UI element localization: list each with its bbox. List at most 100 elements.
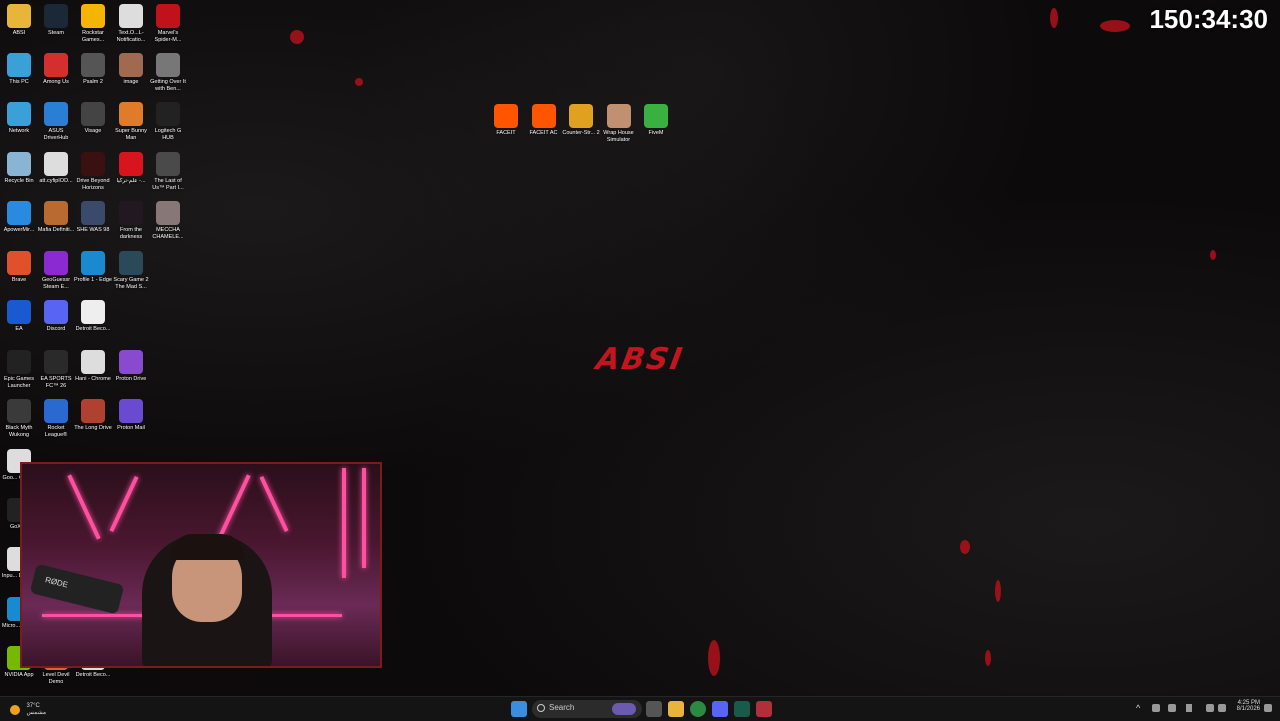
cs2-icon: [569, 104, 593, 128]
desktop-shortcut[interactable]: Proton Drive: [112, 350, 150, 383]
red-splatter: [708, 640, 720, 676]
desktop-shortcut[interactable]: Logitech G HUB: [149, 102, 187, 142]
weather-widget[interactable]: 37°C مشمس: [10, 701, 46, 719]
edge-icon: [81, 251, 105, 275]
desktop-shortcut[interactable]: Recycle Bin: [0, 152, 38, 185]
desktop-shortcut[interactable]: ApowerMir...: [0, 201, 38, 234]
desktop-shortcut[interactable]: att.cyfipIOD...: [37, 152, 75, 185]
desktop-shortcut[interactable]: image: [112, 53, 150, 86]
desktop-shortcut[interactable]: FiveM: [637, 104, 675, 137]
desktop-shortcut-label: SHE WAS 98: [76, 227, 110, 233]
desktop-shortcut-label: Getting Over It with Ben...: [150, 79, 186, 92]
desktop-shortcut[interactable]: Getting Over It with Ben...: [149, 53, 187, 93]
taskbar-search[interactable]: Search: [532, 700, 642, 718]
desktop-shortcut-label: Proton Mail: [117, 425, 145, 431]
neon-light: [109, 475, 139, 533]
desktop-shortcut-label: Rockstar Games...: [81, 30, 105, 43]
desktop-shortcut[interactable]: GeoGuessr Steam E...: [37, 251, 75, 291]
desktop-shortcut[interactable]: علم-تركيا -...: [112, 152, 150, 185]
desktop-shortcut[interactable]: Steam: [37, 4, 75, 37]
visage-icon: [81, 102, 105, 126]
image-icon: [119, 53, 143, 77]
desktop-shortcut[interactable]: MECCHA CHAMELE...: [149, 201, 187, 241]
tray-chevron-up-icon[interactable]: ^: [1136, 703, 1140, 713]
desktop-shortcut[interactable]: Detroit Beco...: [74, 300, 112, 333]
desktop-shortcut[interactable]: Text.O...L- Notificatio...: [112, 4, 150, 44]
desktop-shortcut[interactable]: Marvel's Spider-M...: [149, 4, 187, 44]
desktop-shortcut-label: Detroit Beco...: [75, 672, 111, 678]
discord-taskbar-icon[interactable]: [712, 701, 728, 717]
microphone-icon[interactable]: [1168, 704, 1176, 712]
desktop-shortcut[interactable]: Rocket League®: [37, 399, 75, 439]
desktop-shortcut[interactable]: Discord: [37, 300, 75, 333]
proton-drive-icon: [119, 350, 143, 374]
app-taskbar-icon[interactable]: [734, 701, 750, 717]
desktop-shortcut-label: This PC: [9, 79, 29, 85]
desktop-shortcut-label: Recycle Bin: [4, 178, 34, 184]
game-icon: [156, 201, 180, 225]
chrome-icon: [81, 350, 105, 374]
notification-icon[interactable]: [1264, 704, 1272, 712]
turkey-flag-icon: [119, 152, 143, 176]
desktop-shortcut-label: From the darkness: [119, 227, 143, 240]
desktop-shortcut[interactable]: Super Bunny Man: [112, 102, 150, 142]
desktop-shortcut[interactable]: This PC: [0, 53, 38, 86]
desktop-shortcut[interactable]: Among Us: [37, 53, 75, 86]
desktop-shortcut[interactable]: EA SPORTS FC™ 26: [37, 350, 75, 390]
desktop-shortcut[interactable]: Hani - Chrome: [74, 350, 112, 383]
start-button-windows-icon[interactable]: [511, 701, 527, 717]
game-icon: [81, 201, 105, 225]
desktop-shortcut-label: Drive Beyond Horizons: [76, 178, 110, 191]
desktop-shortcut[interactable]: ASUS DriverHub: [37, 102, 75, 142]
volume-icon[interactable]: [1218, 704, 1226, 712]
desktop-shortcut-label: ApowerMir...: [3, 227, 35, 233]
red-splatter: [290, 30, 304, 44]
desktop-shortcut[interactable]: Drive Beyond Horizons: [74, 152, 112, 192]
monitor-icon: [7, 53, 31, 77]
desktop-shortcut[interactable]: From the darkness: [112, 201, 150, 241]
desktop-shortcut-label: The Long Drive: [74, 425, 112, 431]
desktop-shortcut[interactable]: Black Myth Wukong: [0, 399, 38, 439]
sun-icon: [10, 704, 20, 715]
desktop-shortcut-label: ABSI: [12, 30, 26, 36]
desktop-shortcut[interactable]: SHE WAS 98: [74, 201, 112, 234]
desktop-shortcut[interactable]: Counter-Str... 2: [562, 104, 600, 137]
task-view-icon[interactable]: [646, 701, 662, 717]
chrome-taskbar-icon[interactable]: [690, 701, 706, 717]
desktop-shortcut[interactable]: Network: [0, 102, 38, 135]
desktop-shortcut-label: Profile 1 - Edge: [74, 277, 112, 283]
desktop-shortcut[interactable]: Psalm 2: [74, 53, 112, 86]
gear-icon: [44, 102, 68, 126]
app-taskbar-icon[interactable]: [756, 701, 772, 717]
tray-app-icon[interactable]: [1186, 704, 1192, 712]
desktop-shortcut[interactable]: Mafia Definiti...: [37, 201, 75, 234]
desktop-shortcut[interactable]: Epic Games Launcher: [0, 350, 38, 390]
desktop-shortcut[interactable]: The Long Drive: [74, 399, 112, 432]
neon-light: [217, 474, 251, 540]
desktop-shortcut[interactable]: Wrap House Simulator: [600, 104, 638, 144]
desktop-shortcut[interactable]: Profile 1 - Edge: [74, 251, 112, 284]
logitech-icon: [156, 102, 180, 126]
desktop-shortcut[interactable]: Rockstar Games...: [74, 4, 112, 44]
file-explorer-icon[interactable]: [668, 701, 684, 717]
discord-icon: [44, 300, 68, 324]
red-splatter: [355, 78, 363, 86]
network-icon[interactable]: [1206, 704, 1214, 712]
desktop-shortcut[interactable]: ABSI: [0, 4, 38, 37]
desktop-shortcut[interactable]: EA: [0, 300, 38, 333]
skull-icon: [81, 53, 105, 77]
desktop-shortcut[interactable]: Proton Mail: [112, 399, 150, 432]
clock[interactable]: 4:25 PM 8/1/2026: [1230, 700, 1260, 712]
desktop-shortcut[interactable]: Scary Game 2 The Mad S...: [112, 251, 150, 291]
streamer-hair: [170, 534, 244, 560]
desktop-shortcut[interactable]: FACEIT: [487, 104, 525, 137]
desktop-shortcut-label: Proton Drive: [115, 376, 147, 382]
desktop-shortcut[interactable]: FACEIT AC: [525, 104, 563, 137]
desktop-shortcut-label: Steam: [48, 30, 64, 36]
desktop-shortcut[interactable]: The Last of Us™ Part I...: [149, 152, 187, 192]
tray-app-icon[interactable]: [1152, 704, 1160, 712]
desktop-shortcut[interactable]: Visage: [74, 102, 112, 135]
desktop-shortcut-label: Text.O...L- Notificatio...: [116, 30, 146, 43]
desktop-shortcut[interactable]: Brave: [0, 251, 38, 284]
desktop-shortcut-label: GeoGuessr Steam E...: [41, 277, 71, 290]
